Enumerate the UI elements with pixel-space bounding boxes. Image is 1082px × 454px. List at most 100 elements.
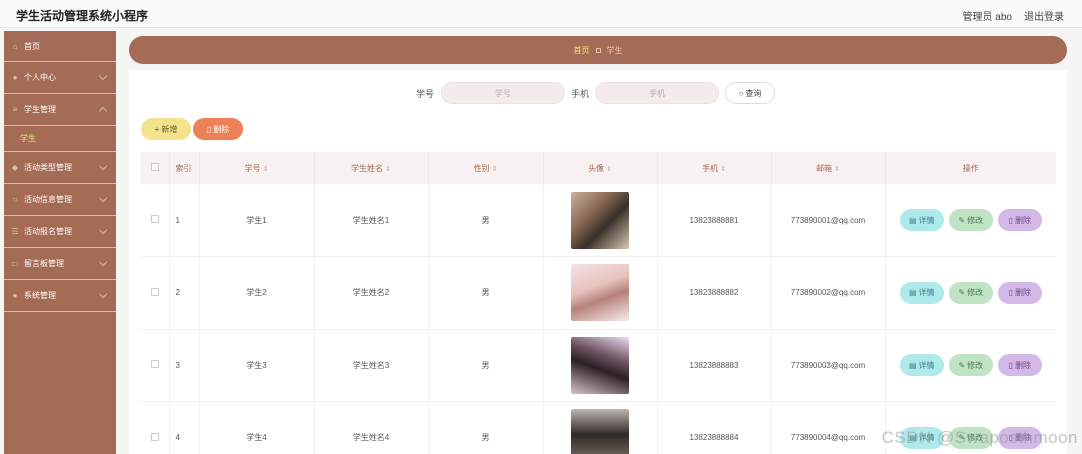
current-user[interactable]: 管理员 abo (963, 8, 1012, 23)
row-select-cell[interactable] (141, 401, 170, 454)
student-no-input[interactable]: 学号 (441, 82, 565, 104)
cell-phone: 13823888882 (657, 256, 772, 330)
logout-link[interactable]: 退出登录 (1024, 8, 1064, 23)
delete-button[interactable]: ▯ 删除 (997, 281, 1042, 304)
watermark: CSDN @Swaposthmoon (881, 428, 1078, 447)
edit-button[interactable]: ✎ 修改 (948, 354, 993, 377)
cell-phone: 13823888884 (657, 401, 772, 454)
sidebar-item-activity-types[interactable]: ◆ 活动类型管理 (4, 152, 116, 184)
add-button[interactable]: + 新增 (141, 118, 191, 140)
header-email[interactable]: 邮箱 ⇕ (771, 152, 886, 184)
chevron-down-icon (98, 225, 108, 235)
sort-icon[interactable]: ⇕ (263, 166, 269, 173)
sort-icon[interactable]: ⇕ (720, 166, 726, 173)
sort-icon[interactable]: ⇕ (492, 166, 498, 173)
trash-icon: ▯ (1008, 215, 1013, 225)
sidebar-item-profile[interactable]: ● 个人中心 (4, 62, 116, 94)
batch-delete-button[interactable]: ▯ 删除 (193, 118, 243, 140)
detail-label: 详情 (918, 360, 935, 370)
detail-button[interactable]: ▤ 详情 (899, 354, 944, 377)
tag-icon: ◆ (11, 163, 19, 172)
cell-avatar (543, 256, 658, 330)
table-row: 3 学生3 学生姓名3 男 13823888883 773890003@qq.c… (141, 329, 1056, 402)
sort-icon[interactable]: ⇕ (834, 166, 840, 173)
delete-button[interactable]: ▯ 删除 (997, 209, 1042, 231)
delete-label: 删除 (1014, 215, 1031, 225)
chevron-down-icon (98, 193, 108, 203)
header-label: 性别 (473, 163, 490, 173)
top-right-actions: 管理员 abo 退出登录 (963, 8, 1064, 23)
row-checkbox[interactable] (150, 287, 159, 296)
pencil-icon: ✎ (958, 360, 966, 370)
cell-phone: 13823888881 (657, 184, 772, 257)
sidebar-item-label: 活动报名管理 (24, 227, 72, 236)
avatar (571, 264, 629, 322)
cell-email: 773890004@qq.com (771, 401, 886, 454)
document-icon: ▤ (908, 360, 917, 370)
cell-ops: ▤ 详情 ✎ 修改 ▯ 删除 (885, 256, 1056, 330)
delete-button[interactable]: ▯ 删除 (997, 354, 1042, 377)
row-select-cell[interactable] (141, 329, 170, 402)
avatar (571, 191, 629, 249)
table-row: 2 学生2 学生姓名2 男 13823888882 773890002@qq.c… (141, 256, 1056, 330)
sidebar-item-label: 系统管理 (24, 291, 56, 300)
sidebar-item-students[interactable]: ≡ 学生管理 (4, 94, 116, 126)
cell-name: 学生姓名2 (314, 256, 429, 330)
cell-avatar (543, 401, 658, 454)
cell-name: 学生姓名3 (314, 329, 429, 402)
header-label: 学号 (244, 163, 261, 173)
sort-icon[interactable]: ⇕ (606, 166, 612, 173)
main-content: 学号 学号 手机 手机 ○ 查询 + 新增 ▯ 删除 索引 学号 ⇕ 学生姓名 … (129, 70, 1067, 454)
breadcrumb-home[interactable]: 首页 (574, 45, 590, 56)
select-all-checkbox[interactable] (150, 163, 159, 171)
detail-button[interactable]: ▤ 详情 (899, 209, 944, 231)
home-icon: ⌂ (12, 41, 18, 51)
edit-label: 修改 (967, 215, 984, 225)
header-ops: 操作 (885, 152, 1056, 184)
phone-input[interactable]: 手机 (595, 82, 719, 104)
query-button[interactable]: ○ 查询 (725, 82, 775, 104)
cell-index: 2 (169, 256, 200, 330)
edit-button[interactable]: ✎ 修改 (948, 209, 993, 231)
sort-icon[interactable]: ⇕ (385, 166, 391, 173)
phone-label: 手机 (571, 89, 590, 99)
row-checkbox[interactable] (150, 215, 159, 223)
sidebar-item-home[interactable]: ⌂ 首页 (4, 31, 116, 62)
breadcrumb-current: 学生 (606, 45, 623, 55)
edit-button[interactable]: ✎ 修改 (948, 281, 993, 304)
select-all-cell[interactable] (141, 152, 170, 184)
info-icon: ○ (12, 195, 18, 204)
sidebar-item-label: 个人中心 (24, 73, 56, 82)
table-row: 1 学生1 学生姓名1 男 13823888881 773890001@qq.c… (141, 184, 1056, 257)
header-name[interactable]: 学生姓名 ⇕ (314, 152, 429, 184)
sidebar-item-system[interactable]: ● 系统管理 (4, 280, 116, 312)
document-icon: ▤ (908, 215, 917, 225)
trash-icon: ▯ (206, 124, 212, 134)
cell-avatar (543, 184, 658, 257)
chevron-down-icon (98, 257, 108, 267)
cell-phone: 13823888883 (657, 329, 772, 402)
header-gender[interactable]: 性别 ⇕ (428, 152, 544, 184)
detail-button[interactable]: ▤ 详情 (899, 281, 944, 304)
user-icon: ● (12, 73, 18, 82)
sidebar-item-messages[interactable]: ▭ 留言板管理 (4, 248, 116, 280)
cell-avatar (543, 329, 658, 402)
header-avatar[interactable]: 头像 ⇕ (543, 152, 658, 184)
sidebar-item-label: 学生管理 (24, 105, 56, 114)
document-icon: ▤ (908, 288, 917, 298)
sidebar-item-registrations[interactable]: ☰ 活动报名管理 (4, 216, 116, 248)
row-checkbox[interactable] (150, 432, 159, 441)
row-checkbox[interactable] (150, 360, 159, 369)
trash-icon: ▯ (1008, 288, 1013, 298)
list-icon: ☰ (11, 227, 19, 236)
avatar (571, 409, 629, 454)
sidebar-subitem-student[interactable]: 学生 (4, 126, 116, 152)
sidebar-item-activity-info[interactable]: ○ 活动信息管理 (4, 184, 116, 216)
menu-icon: ≡ (12, 105, 18, 114)
row-select-cell[interactable] (141, 184, 170, 257)
cell-name: 学生姓名4 (314, 401, 429, 454)
header-student-no[interactable]: 学号 ⇕ (199, 152, 315, 184)
header-phone[interactable]: 手机 ⇕ (657, 152, 772, 184)
app-title: 学生活动管理系统小程序 (16, 9, 149, 23)
row-select-cell[interactable] (141, 256, 170, 330)
